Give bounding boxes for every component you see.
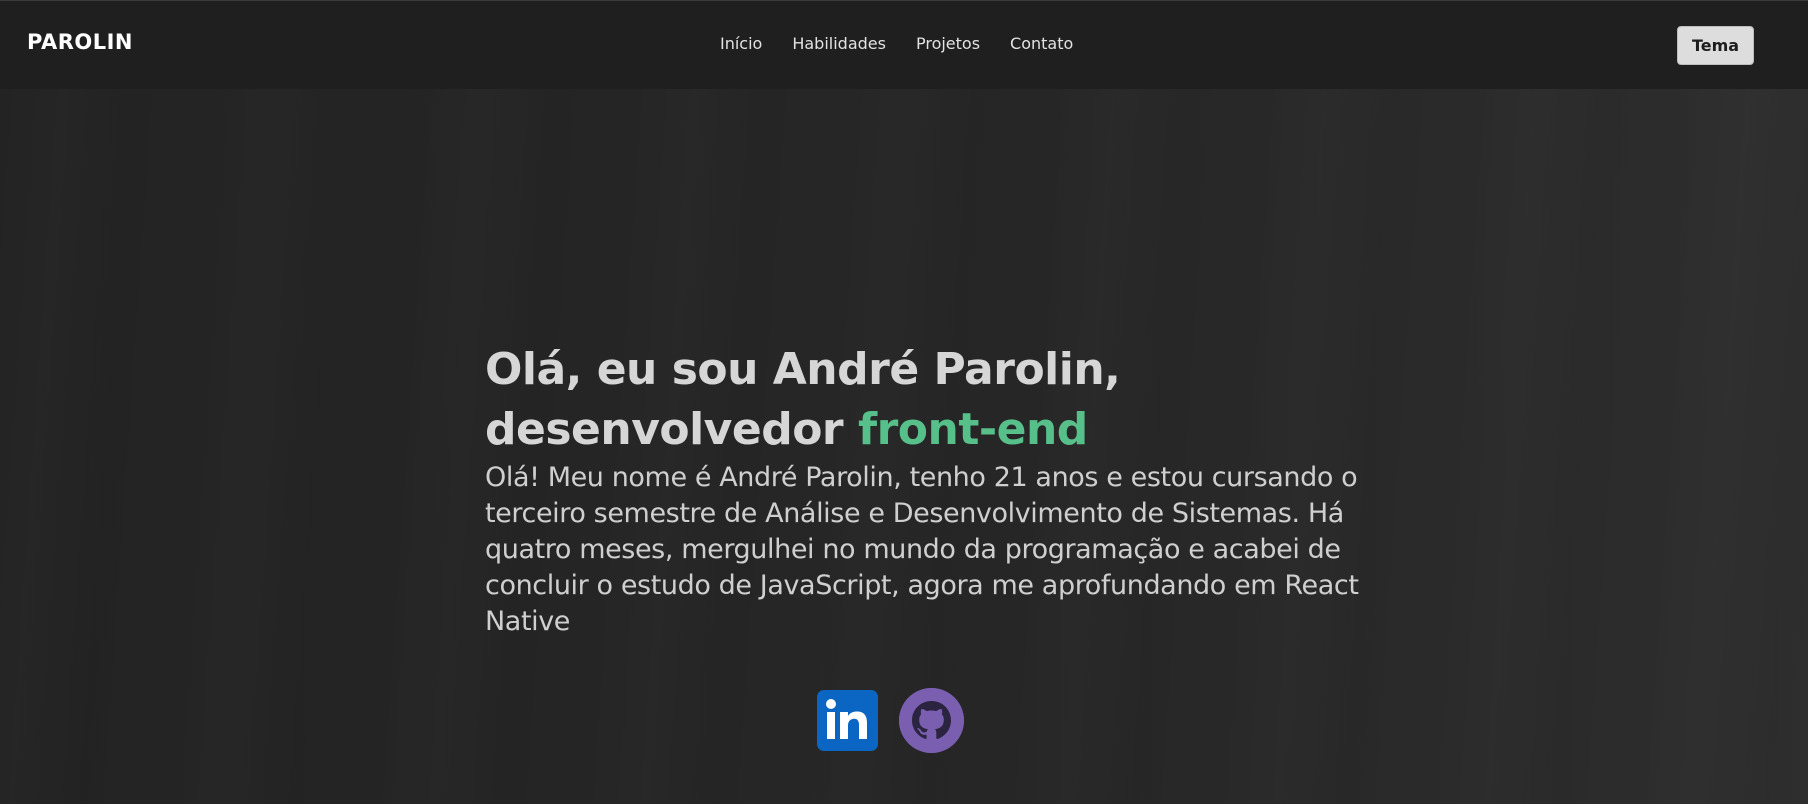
top-navbar: PAROLIN Início Habilidades Projetos Cont…: [0, 0, 1808, 89]
theme-toggle-button[interactable]: Tema: [1677, 26, 1754, 65]
nav-link-projetos[interactable]: Projetos: [916, 34, 980, 53]
github-link[interactable]: [899, 688, 964, 753]
hero-title-line1: Olá, eu sou André Parolin,: [485, 344, 1121, 395]
hero-title: Olá, eu sou André Parolin, desenvolvedor…: [485, 340, 1405, 460]
github-icon: [899, 688, 964, 753]
nav-link-inicio[interactable]: Início: [720, 34, 762, 53]
brand-logo[interactable]: PAROLIN: [27, 30, 133, 54]
hero-title-line2-prefix: desenvolvedor: [485, 404, 858, 455]
social-links: [817, 688, 964, 753]
linkedin-link[interactable]: [817, 690, 878, 751]
main-nav: Início Habilidades Projetos Contato: [720, 34, 1073, 53]
hero-section: Olá, eu sou André Parolin, desenvolvedor…: [485, 340, 1405, 640]
nav-link-contato[interactable]: Contato: [1010, 34, 1073, 53]
nav-link-habilidades[interactable]: Habilidades: [792, 34, 886, 53]
hero-title-accent: front-end: [857, 404, 1088, 455]
page: PAROLIN Início Habilidades Projetos Cont…: [0, 0, 1808, 804]
linkedin-icon: [817, 690, 878, 751]
hero-description: Olá! Meu nome é André Parolin, tenho 21 …: [485, 462, 1359, 637]
